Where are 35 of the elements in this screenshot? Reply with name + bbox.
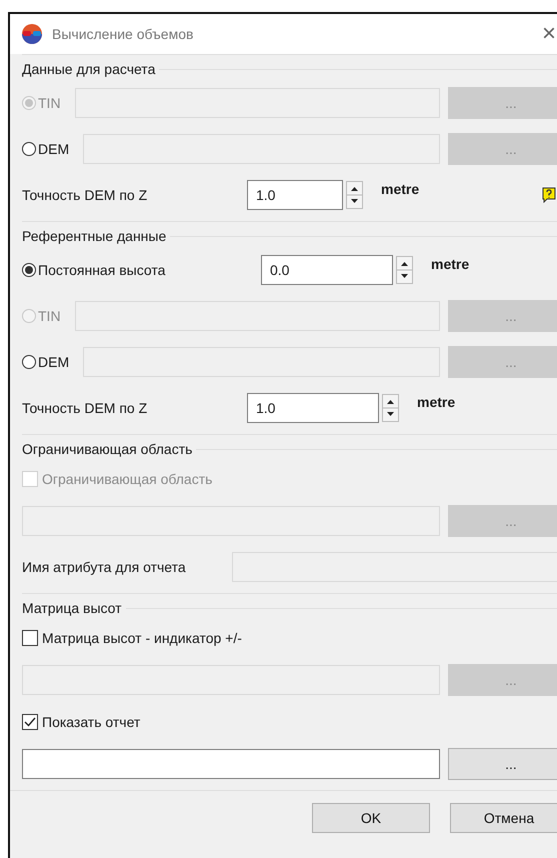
section-heading: Матрица высот [22,600,122,616]
dialog-button[interactable]: Отмена [450,803,557,833]
globe-icon [20,23,44,45]
unit-label: metre [381,181,420,197]
text-field[interactable] [232,552,557,582]
file-path-field[interactable] [22,749,440,779]
browse-button[interactable]: ... [448,748,557,780]
checkbox[interactable]: Показать отчет [22,714,140,730]
help-icon[interactable] [542,187,556,203]
number-field[interactable]: 1.0 [247,180,343,210]
field-label: Имя атрибута для отчета [22,559,187,575]
field-label: Точность DEM по Z [22,187,148,203]
window-title: Вычисление объемов [52,26,194,42]
checkbox[interactable]: Матрица высот - индикатор +/- [22,630,242,646]
spinner-arrows-icon[interactable] [382,394,399,422]
close-button[interactable]: × [542,20,556,48]
checkbox-indicator-icon[interactable] [22,630,38,646]
dialog-button[interactable]: OK [312,803,430,833]
checkbox-indicator-icon[interactable] [22,714,38,730]
radio-button[interactable]: DEM [22,141,70,157]
radio-indicator-icon[interactable] [22,263,36,277]
unit-label: metre [431,256,470,272]
spinner-arrows-icon[interactable] [396,256,413,284]
field-label: Точность DEM по Z [22,400,148,416]
section-heading: Ограничивающая область [22,441,192,457]
spinner-arrows-icon[interactable] [346,181,363,209]
unit-label: metre [417,394,456,410]
radio-indicator-icon[interactable] [22,355,36,369]
number-field[interactable]: 1.0 [247,393,379,423]
radio-indicator-icon[interactable] [22,142,36,156]
number-field[interactable]: 0.0 [261,255,393,285]
radio-button[interactable]: Постоянная высота [22,262,247,278]
radio-button[interactable]: DEM [22,354,70,370]
section-heading: Референтные данные [22,228,166,244]
section-heading: Данные для расчета [22,61,156,77]
